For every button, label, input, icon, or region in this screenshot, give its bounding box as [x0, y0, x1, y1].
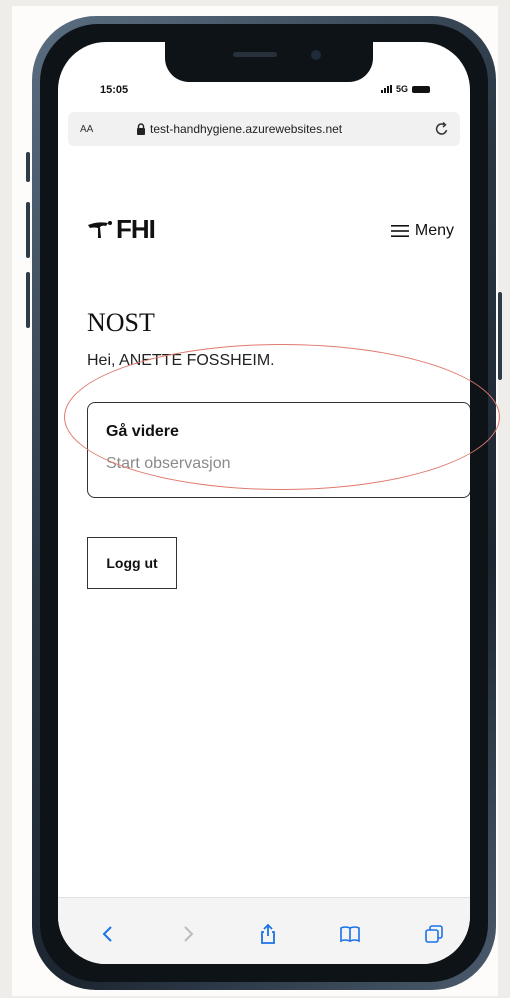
phone-frame: 15:05 5G AA test-handhygiene.azurewebsit…	[26, 16, 502, 990]
card-title: Gå videre	[106, 423, 179, 440]
chevron-left-icon	[102, 926, 112, 942]
url-field[interactable]: test-handhygiene.azurewebsites.net	[136, 122, 342, 136]
front-camera	[311, 50, 321, 60]
mute-switch	[26, 152, 30, 182]
fhi-swallow-icon	[88, 220, 112, 238]
battery-icon	[412, 85, 430, 93]
tabs-icon	[425, 925, 443, 943]
speaker-grille	[233, 52, 277, 57]
phone-screen: 15:05 5G AA test-handhygiene.azurewebsit…	[58, 42, 470, 964]
share-icon	[261, 923, 275, 944]
status-indicators: 5G	[380, 84, 430, 94]
share-button[interactable]	[256, 922, 280, 946]
address-bar[interactable]: AA test-handhygiene.azurewebsites.net	[68, 112, 460, 146]
reload-icon[interactable]	[434, 121, 450, 137]
notch	[165, 42, 373, 82]
forward-button[interactable]	[176, 922, 200, 946]
lock-icon	[137, 123, 145, 135]
continue-card[interactable]: Gå videre Start observasjon	[87, 402, 470, 498]
status-time: 15:05	[100, 84, 129, 96]
page-title: NOST	[87, 308, 155, 337]
volume-up-button	[26, 202, 30, 258]
greeting-text: Hei, ANETTE FOSSHEIM.	[87, 352, 275, 369]
browser-toolbar	[58, 897, 470, 964]
logout-button[interactable]: Logg ut	[87, 537, 177, 589]
bookmarks-button[interactable]	[338, 922, 362, 946]
back-button[interactable]	[96, 922, 120, 946]
menu-button[interactable]: Meny	[390, 222, 454, 240]
hamburger-icon	[390, 225, 409, 237]
volume-down-button	[26, 272, 30, 328]
chevron-right-icon	[184, 926, 194, 942]
fhi-logo[interactable]: FHI	[86, 214, 156, 245]
url-text: test-handhygiene.azurewebsites.net	[150, 122, 343, 136]
tabs-button[interactable]	[422, 922, 446, 946]
network-label: 5G	[395, 84, 408, 94]
book-icon	[340, 926, 360, 943]
menu-label: Meny	[414, 222, 454, 239]
phone-bezel: 15:05 5G AA test-handhygiene.azurewebsit…	[40, 24, 488, 982]
text-size-button[interactable]: AA	[80, 124, 93, 135]
signal-icon	[380, 85, 392, 93]
logo-text: FHI	[116, 214, 156, 244]
card-subtitle: Start observasjon	[106, 455, 231, 472]
power-button	[498, 292, 502, 380]
